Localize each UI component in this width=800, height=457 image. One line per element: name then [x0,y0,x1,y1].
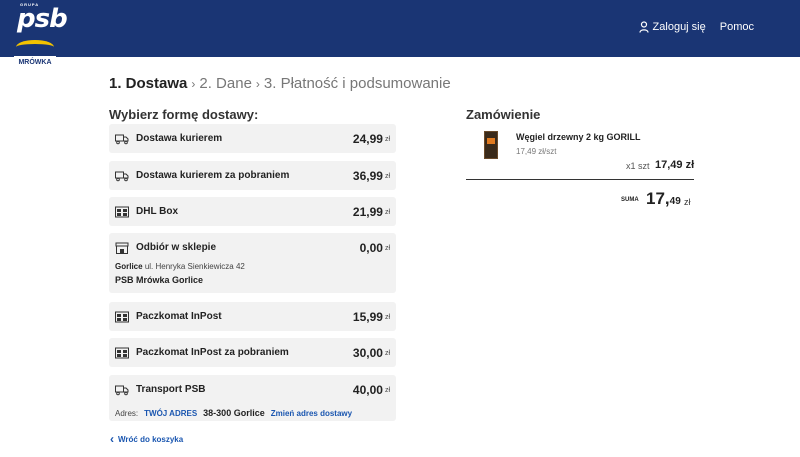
step-data[interactable]: 2. Dane [199,75,252,92]
sum-currency: zł [684,197,691,207]
sum-decimal: 49 [669,196,681,207]
sum-int: 17, [646,189,670,208]
delivery-option-inpost[interactable]: Paczkomat InPost 15,99 zł [109,302,396,331]
address-tag[interactable]: TWÓJ ADRES [144,409,197,418]
option-label: Paczkomat InPost [136,311,222,322]
store-name: PSB Mrówka Gorlice [115,275,204,285]
delivery-option-inpost-cod[interactable]: Paczkomat InPost za pobraniem 30,00 zł [109,338,396,367]
logo-swoosh [16,40,54,54]
truck-icon [115,385,129,395]
option-label: Odbiór w sklepie [136,242,217,253]
option-currency: zł [384,209,390,216]
address-label: Adres: [115,408,139,418]
truck-icon [115,171,129,181]
top-header: GRUPA psb MRÓWKA Zaloguj się Pomoc [0,0,800,70]
delivery-title: Wybierz formę dostawy: [109,107,259,122]
option-currency: zł [384,173,390,180]
back-label: Wróć do koszyka [118,434,184,444]
option-price: 21,99 [352,204,383,219]
store-info: Gorlice ul. Henryka Sienkiewicza 42 PSB … [109,262,396,291]
option-label: Dostawa kurierem za pobraniem [136,170,290,181]
order-title: Zamówienie [466,107,541,122]
option-currency: zł [384,387,390,394]
change-address-link[interactable]: Zmień adres dostawy [271,409,352,418]
psb-logo[interactable]: GRUPA psb MRÓWKA [14,0,68,70]
help-link[interactable]: Pomoc [720,21,754,33]
option-price: 15,99 [352,309,383,324]
locker-icon [115,311,129,322]
address-city: 38-300 Gorlice [203,408,265,418]
step-delivery[interactable]: 1. Dostawa [109,75,187,92]
delivery-option-courier-cod[interactable]: Dostawa kurierem za pobraniem 36,99 zł [109,161,396,190]
checkout-steps: 1. Dostawa › 2. Dane › 3. Płatność i pod… [109,75,451,92]
step-payment[interactable]: 3. Płatność i podsumowanie [264,75,451,92]
option-currency: zł [384,245,390,252]
option-currency: zł [384,136,390,143]
chevron-right-icon: › [255,76,260,91]
option-label: Paczkomat InPost za pobraniem [136,347,289,358]
product-unit-price: 17,49 zł/szt [516,147,557,156]
delivery-address: Adres: TWÓJ ADRES 38-300 Gorlice Zmień a… [109,404,396,422]
locker-icon [115,347,129,358]
login-label: Zaloguj się [652,21,706,33]
order-divider [466,179,694,180]
option-price: 30,00 [352,345,383,360]
delivery-option-store-pickup[interactable]: Odbiór w sklepie 0,00 zł Gorlice ul. Hen… [109,233,396,293]
store-city: Gorlice [115,262,143,271]
product-image[interactable] [484,131,498,159]
option-price: 0,00 [359,240,383,255]
delivery-option-courier[interactable]: Dostawa kurierem 24,99 zł [109,124,396,153]
login-link[interactable]: Zaloguj się [638,21,706,33]
option-currency: zł [384,314,390,321]
chevron-left-icon: ‹ [110,432,114,446]
logo-sub-text: MRÓWKA [14,56,56,70]
delivery-option-transport-psb[interactable]: Transport PSB 40,00 zł Adres: TWÓJ ADRES… [109,375,396,421]
option-label: DHL Box [136,206,179,217]
truck-icon [115,134,129,144]
option-label: Dostawa kurierem [136,133,223,144]
option-currency: zł [384,350,390,357]
option-price: 40,00 [352,382,383,397]
sum-label: SUMA [621,197,639,203]
product-name[interactable]: Węgiel drzewny 2 kg GORILL [516,132,641,142]
back-to-cart-link[interactable]: ‹ Wróć do koszyka [110,432,183,446]
product-total: 17,49 zł [655,159,695,171]
delivery-option-dhl-box[interactable]: DHL Box 21,99 zł [109,197,396,226]
product-qty: x1 szt [626,161,650,171]
option-price: 24,99 [352,131,383,146]
sum-value: 17,49 [646,189,681,209]
store-icon [115,242,129,254]
header-nav: Zaloguj się Pomoc [638,21,754,33]
store-street: ul. Henryka Sienkiewicza 42 [144,262,245,271]
logo-brand-text: psb [17,4,68,34]
option-price: 36,99 [352,168,383,183]
option-label: Transport PSB [136,384,206,395]
chevron-right-icon: › [191,76,196,91]
locker-icon [115,206,129,217]
user-icon [638,21,649,33]
